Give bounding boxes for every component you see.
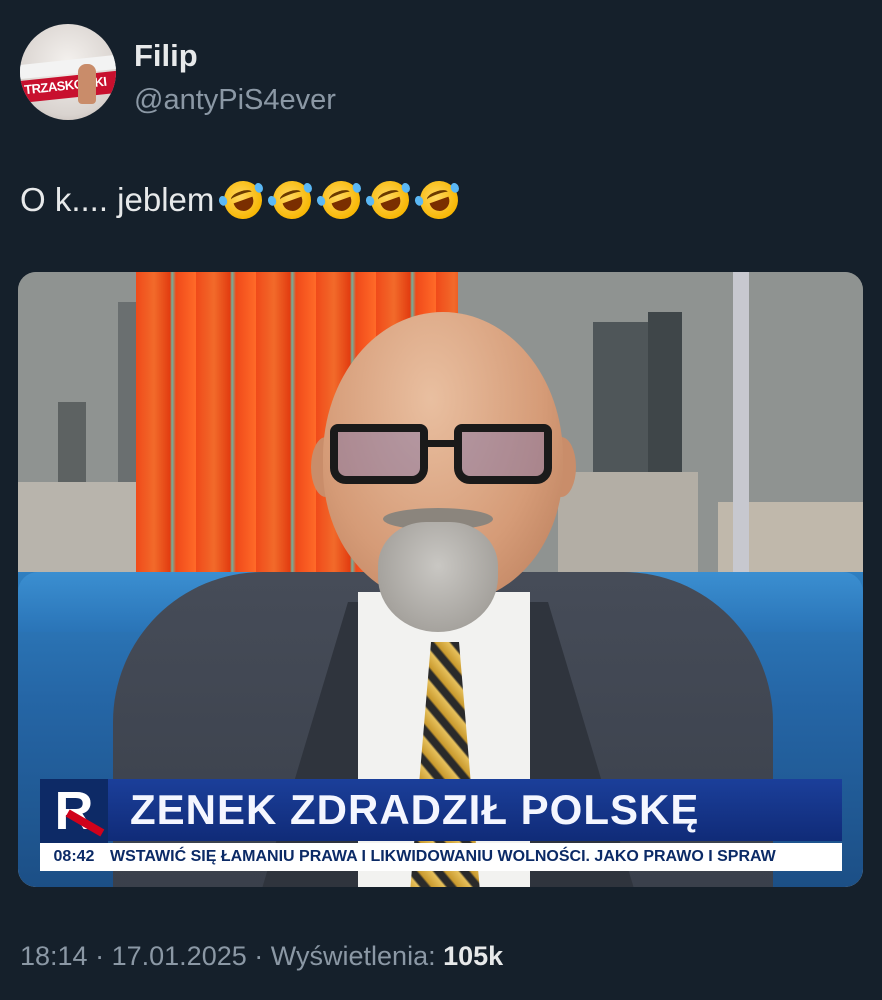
tweet-time[interactable]: 18:14 <box>20 941 88 971</box>
author-handle[interactable]: @antyPiS4ever <box>134 82 336 118</box>
rolling-on-floor-laughing-icon <box>316 175 366 225</box>
tweet-media-image[interactable]: R 08:42 ZENEK ZDRADZIŁ POLSKĘ WSTAWIĆ SI… <box>18 272 863 887</box>
tweet-metadata: 18:14 · 17.01.2025 · Wyświetlenia: 105k <box>20 936 503 976</box>
tv-clock: 08:42 <box>40 843 108 871</box>
tv-lower-third: R 08:42 ZENEK ZDRADZIŁ POLSKĘ WSTAWIĆ SI… <box>18 779 863 871</box>
author-display-name[interactable]: Filip <box>134 38 336 74</box>
avatar-hand <box>78 64 96 104</box>
tweet-header: TRZASKO SKI Filip @antyPiS4ever <box>20 24 336 120</box>
emoji-group <box>218 175 469 225</box>
tweet-text: O k.... jeblem <box>20 175 469 225</box>
tv-headline: ZENEK ZDRADZIŁ POLSKĘ <box>108 779 842 841</box>
views-count[interactable]: 105k <box>443 941 503 971</box>
rolling-on-floor-laughing-icon <box>414 175 464 225</box>
tv-news-crawl: WSTAWIĆ SIĘ ŁAMANIU PRAWA I LIKWIDOWANIU… <box>108 843 842 871</box>
separator: · <box>254 941 264 971</box>
tweet-text-content: O k.... jeblem <box>20 181 215 218</box>
channel-logo-letter: R <box>55 779 104 843</box>
avatar[interactable]: TRZASKO SKI <box>20 24 116 120</box>
rolling-on-floor-laughing-icon <box>218 175 268 225</box>
glasses-lens-right <box>454 424 552 484</box>
glasses-lens-left <box>330 424 428 484</box>
rolling-on-floor-laughing-icon <box>365 175 415 225</box>
rolling-on-floor-laughing-icon <box>267 175 317 225</box>
presenter-glasses <box>330 424 556 488</box>
presenter-beard <box>378 522 498 632</box>
tweet-date[interactable]: 17.01.2025 <box>112 941 247 971</box>
author-names: Filip @antyPiS4ever <box>134 38 336 118</box>
views-label: Wyświetlenia: <box>270 941 436 971</box>
separator: · <box>95 941 105 971</box>
